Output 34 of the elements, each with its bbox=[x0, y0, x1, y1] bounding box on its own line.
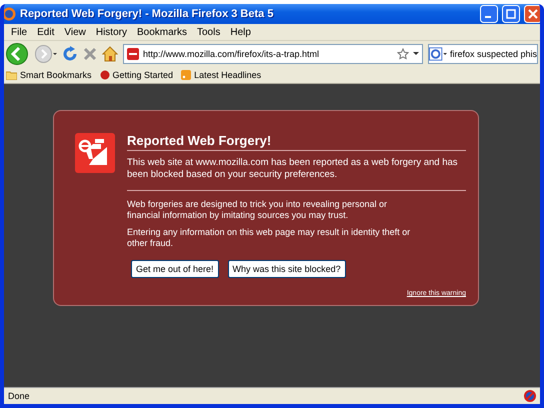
rss-icon bbox=[181, 70, 192, 80]
folder-icon bbox=[6, 70, 17, 80]
warning-paragraph: Entering any information on this web page may result in identity theft or other fraud. bbox=[127, 227, 412, 250]
close-button[interactable] bbox=[524, 5, 540, 23]
dropdown-icon[interactable] bbox=[413, 52, 419, 56]
forward-button[interactable] bbox=[35, 45, 57, 63]
menu-item[interactable]: Edit bbox=[32, 26, 60, 38]
status-text: Done bbox=[8, 391, 30, 401]
reload-icon[interactable] bbox=[62, 46, 78, 62]
menu-item[interactable]: Tools bbox=[192, 26, 226, 38]
menu-item[interactable]: Bookmarks bbox=[132, 26, 192, 38]
maximize-button[interactable] bbox=[502, 5, 520, 23]
stop-icon[interactable] bbox=[83, 47, 97, 61]
bookmark-link[interactable]: Smart Bookmarks bbox=[20, 70, 92, 80]
menu-item[interactable]: History bbox=[90, 26, 132, 38]
minimize-button[interactable] bbox=[480, 5, 498, 23]
menu-item[interactable]: File bbox=[6, 26, 32, 38]
window-title: Reported Web Forgery! - Mozilla Firefox 3 Beta 5 bbox=[20, 8, 274, 20]
error-title: Reported Web Forgery! bbox=[127, 133, 466, 151]
action-button[interactable]: Get me out of here! bbox=[131, 260, 219, 278]
action-button[interactable]: Why was this site blocked? bbox=[228, 260, 346, 278]
error-description: This web site at www.mozilla.com has been reported as a web forgery and has been blocked based on your security preferences. bbox=[127, 157, 466, 191]
menu-item[interactable]: View bbox=[59, 26, 91, 38]
bookmark-link[interactable]: Latest Headlines bbox=[194, 70, 262, 80]
blocked-site-icon bbox=[524, 390, 536, 402]
back-button[interactable] bbox=[6, 43, 30, 65]
menu-item[interactable]: Help bbox=[225, 26, 256, 38]
home-icon[interactable] bbox=[102, 46, 118, 62]
blocked-site-icon bbox=[127, 48, 139, 60]
star-icon[interactable] bbox=[397, 48, 409, 60]
warning-paragraph: Web forgeries are designed to trick you into revealing personal or financial information by imitating sources you may trust. bbox=[127, 198, 388, 222]
address-field[interactable]: http://www.mozilla.com/firefox/its-a-trap.html bbox=[123, 44, 423, 64]
bookmark-link[interactable]: Getting Started bbox=[112, 70, 174, 80]
search-field[interactable]: firefox suspected phis bbox=[428, 44, 538, 64]
